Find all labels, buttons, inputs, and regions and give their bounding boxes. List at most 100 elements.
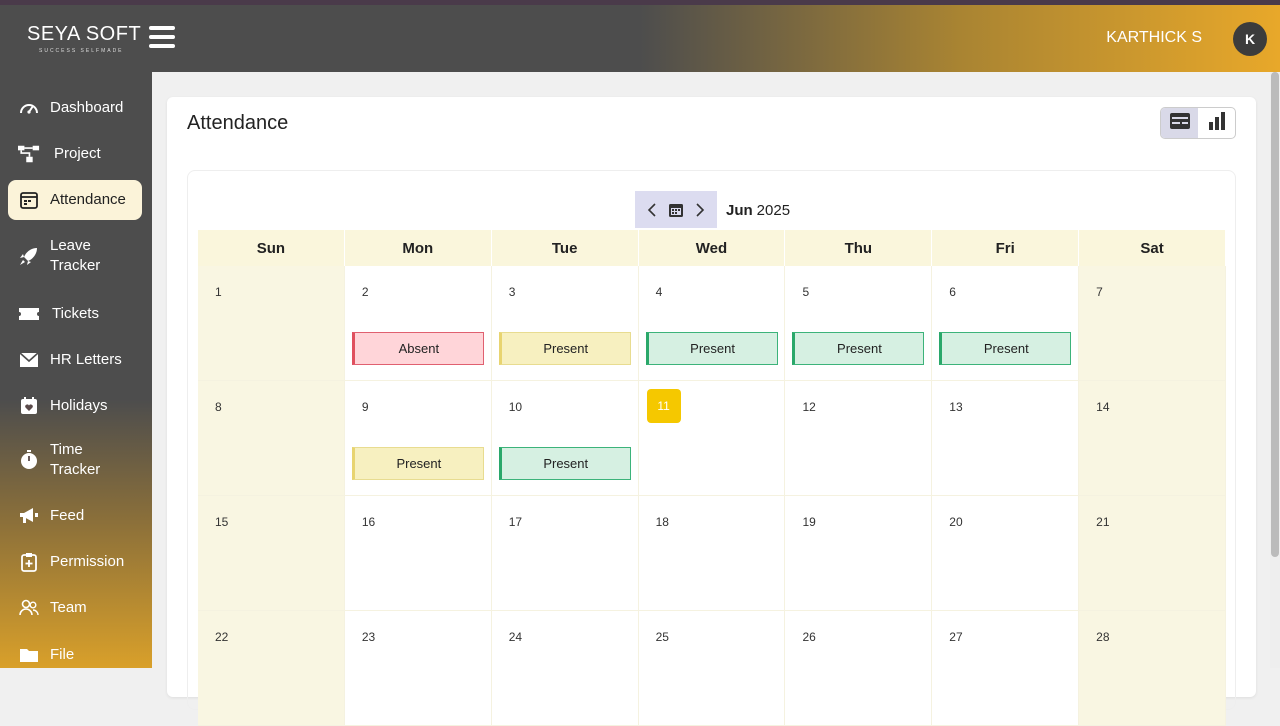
calendar-day[interactable]: 11 [638, 381, 786, 496]
clipboard-icon [18, 552, 40, 572]
sidebar-item-time-tracker[interactable]: Time Tracker [8, 440, 142, 480]
sidebar-item-tickets[interactable]: Tickets [8, 302, 142, 326]
calendar-day[interactable]: 16 [344, 496, 492, 611]
calendar-day[interactable]: 25 [638, 611, 786, 726]
calendar: Jun 2025 Sun Mon Tue Wed Thu Fri Sat 1 2A… [187, 170, 1236, 726]
sidebar-item-team[interactable]: Team [8, 596, 142, 620]
calendar-grid: Sun Mon Tue Wed Thu Fri Sat 1 2 Absent 3 P… [198, 230, 1227, 726]
attendance-badge[interactable]: Present [645, 332, 778, 365]
calendar-day[interactable]: 3 Present [491, 266, 639, 381]
calendar-week: 1 2 Absent 3 Present 4 Present 5 Present 6 Pr… [198, 266, 1227, 381]
day-number: 18 [655, 515, 669, 529]
weekday-header: Fri [932, 230, 1080, 266]
sidebar-item-feed[interactable]: Feed [8, 504, 142, 528]
calendar-day[interactable]: 10 Present [491, 381, 639, 496]
calendar-day[interactable]: 9 Present [344, 381, 492, 496]
page-title: Attendance [187, 112, 289, 134]
project-icon [18, 144, 40, 164]
chevron-left-icon[interactable] [647, 202, 657, 217]
sidebar-item-file[interactable]: File [8, 643, 142, 667]
sidebar-item-label: Permission [50, 553, 125, 570]
calendar-day[interactable]: 17 [491, 496, 639, 611]
calendar-day[interactable]: 21 [1079, 496, 1227, 611]
holiday-calendar-icon [18, 396, 40, 416]
user-name[interactable]: KARTHICK S [1106, 29, 1202, 47]
year: 2025 [756, 202, 791, 219]
team-icon [18, 598, 40, 618]
calendar-day[interactable]: 6 Present [932, 266, 1080, 381]
day-number: 10 [508, 400, 523, 414]
day-number: 12 [802, 400, 816, 414]
calendar-picker-icon[interactable] [669, 203, 683, 217]
calendar-day[interactable]: 18 [638, 496, 786, 611]
avatar[interactable]: K [1233, 22, 1267, 56]
attendance-badge[interactable]: Absent [351, 332, 484, 365]
calendar-view-button[interactable] [1161, 108, 1198, 138]
sidebar-item-label: Leave Tracker [50, 237, 101, 274]
calendar-day[interactable]: 1 [198, 266, 345, 381]
day-number: 27 [949, 630, 963, 644]
day-number: 7 [1096, 285, 1103, 299]
day-number: 15 [215, 515, 229, 529]
calendar-day[interactable]: 26 [785, 611, 933, 726]
attendance-badge[interactable]: Present [939, 332, 1072, 365]
calendar-day[interactable]: 13 [932, 381, 1080, 496]
stopwatch-icon [18, 450, 40, 470]
chevron-right-icon[interactable] [695, 202, 705, 217]
sidebar-item-label: Time Tracker [50, 441, 101, 478]
sidebar-item-holidays[interactable]: Holidays [8, 394, 142, 418]
day-number: 16 [361, 515, 376, 529]
day-number: 24 [508, 630, 523, 644]
day-number: 20 [949, 515, 963, 529]
calendar-day[interactable]: 22 [198, 611, 345, 726]
ticket-icon [18, 304, 40, 324]
calendar-day[interactable]: 15 [198, 496, 345, 611]
page-scrollbar[interactable] [1270, 72, 1280, 668]
sidebar-item-attendance[interactable]: Attendance [8, 180, 142, 220]
attendance-badge[interactable]: Present [498, 332, 631, 365]
sidebar-item-leave-tracker[interactable]: Leave Tracker [8, 236, 142, 276]
weekday-header: Tue [491, 230, 639, 266]
calendar-icon [18, 190, 40, 210]
logo[interactable]: SEYA SOFT SUCCESS SELFMADE [27, 23, 147, 57]
day-number: 2 [361, 285, 369, 299]
sidebar-item-label: Project [54, 145, 101, 162]
calendar-day[interactable]: 27 [932, 611, 1080, 726]
sidebar-item-permission[interactable]: Permission [8, 550, 142, 574]
attendance-badge[interactable]: Present [498, 447, 631, 480]
calendar-day[interactable]: 2 Absent [344, 266, 492, 381]
attendance-badge[interactable]: Present [351, 447, 484, 480]
calendar-day[interactable]: 28 [1079, 611, 1227, 726]
day-number: 8 [215, 400, 222, 414]
day-number: 9 [361, 400, 369, 414]
day-number: 3 [508, 285, 516, 299]
calendar-day[interactable]: 7 [1079, 266, 1227, 381]
sidebar-item-hr-letters[interactable]: HR Letters [8, 348, 142, 372]
calendar-day[interactable]: 23 [344, 611, 492, 726]
day-number: 22 [215, 630, 229, 644]
menu-toggle-icon[interactable] [149, 26, 175, 48]
day-number: 14 [1096, 400, 1110, 414]
weekday-header: Sat [1079, 230, 1227, 266]
calendar-day[interactable]: 20 [932, 496, 1080, 611]
day-number: 25 [655, 630, 669, 644]
attendance-badge[interactable]: Present [792, 332, 925, 365]
chart-view-button[interactable] [1198, 108, 1235, 138]
today-marker: 11 [646, 389, 681, 423]
dashboard-icon [18, 98, 40, 118]
calendar-day[interactable]: 12 [785, 381, 933, 496]
sidebar: Dashboard Project Attendance Leave Track… [0, 72, 152, 668]
calendar-day[interactable]: 19 [785, 496, 933, 611]
attendance-card: Attendance Jun 2025 Sun Mon Tue Wed Thu … [167, 97, 1256, 726]
sidebar-item-dashboard[interactable]: Dashboard [8, 96, 142, 120]
logo-tagline: SUCCESS SELFMADE [39, 48, 124, 54]
calendar-day[interactable]: 4 Present [638, 266, 786, 381]
calendar-day[interactable]: 24 [491, 611, 639, 726]
view-toggle [1160, 107, 1236, 139]
sidebar-item-project[interactable]: Project [8, 142, 142, 166]
calendar-day[interactable]: 8 [198, 381, 345, 496]
calendar-month-label: Jun 2025 [726, 202, 790, 219]
calendar-day[interactable]: 5 Present [785, 266, 933, 381]
scrollbar-thumb[interactable] [1271, 72, 1279, 557]
calendar-day[interactable]: 14 [1079, 381, 1227, 496]
